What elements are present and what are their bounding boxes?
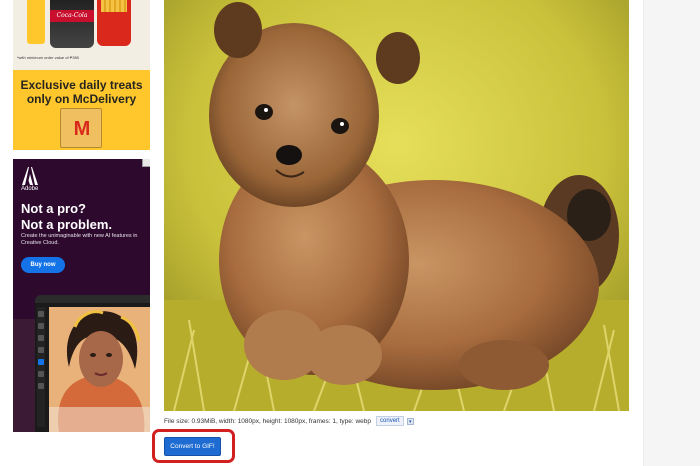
adobe-ad[interactable]: Adobe Not a pro? Not a problem. Create t… [13, 159, 150, 432]
mcd-ad-headline: Exclusive daily treats only on McDeliver… [13, 78, 150, 106]
mcd-headline-line-2: only on McDelivery [26, 92, 137, 106]
tablet-top-bar [35, 295, 150, 303]
brush-tool-icon [38, 311, 44, 317]
adobe-headline-line-2: Not a problem. [21, 217, 113, 232]
file-info: File size: 0.93MiB, width: 1080px, heigh… [164, 414, 414, 428]
move-tool-icon [38, 335, 44, 341]
mcd-fine-print: *with minimum order value of ₱350 [17, 55, 80, 60]
layers-tool-icon [38, 371, 44, 377]
tablet-image [35, 295, 150, 432]
color-tool-icon [38, 383, 44, 389]
mcd-ad-product-shot: Coca-Cola M *with minimum order value of… [13, 0, 150, 70]
convert-link[interactable]: convert [376, 416, 404, 426]
eraser-tool-icon [38, 323, 44, 329]
convert-to-gif-button[interactable]: Convert to GIF! [164, 437, 221, 456]
soda-cup-image: Coca-Cola [50, 0, 94, 48]
adobe-body-text: Create the unimaginable with new AI feat… [21, 233, 138, 246]
lasso-tool-icon [38, 347, 44, 353]
mcd-headline-line-1: Exclusive daily treats [20, 78, 143, 92]
adobe-headline-line-1: Not a pro? [21, 201, 86, 216]
selected-tool-icon [38, 359, 44, 365]
mcd-bag-image: M [60, 108, 102, 148]
phone-image [27, 0, 45, 44]
adobe-headline: Not a pro? Not a problem. [21, 201, 146, 233]
adobe-ad-backdrop [13, 319, 35, 432]
mcd-arches-icon: M [73, 118, 91, 140]
tablet-toolbar [37, 307, 45, 427]
ad-choices-icon[interactable] [142, 159, 150, 167]
portrait-artwork-image [49, 307, 150, 432]
fries-image: M [97, 0, 131, 46]
adobe-logo-icon [22, 167, 38, 185]
page: Coca-Cola M *with minimum order value of… [0, 0, 700, 466]
buy-now-button[interactable]: Buy now [21, 257, 65, 273]
file-info-text: File size: 0.93MiB, width: 1080px, heigh… [164, 417, 372, 425]
mcd-ad-banner: Exclusive daily treats only on McDeliver… [13, 70, 150, 150]
adobe-brand: Adobe [21, 186, 39, 192]
right-gutter [643, 0, 700, 466]
mcdelivery-ad[interactable]: Coca-Cola M *with minimum order value of… [13, 0, 150, 150]
chevron-down-icon[interactable]: ▾ [406, 417, 414, 425]
cup-brand: Coca-Cola [50, 10, 94, 22]
preview-image [164, 0, 629, 411]
